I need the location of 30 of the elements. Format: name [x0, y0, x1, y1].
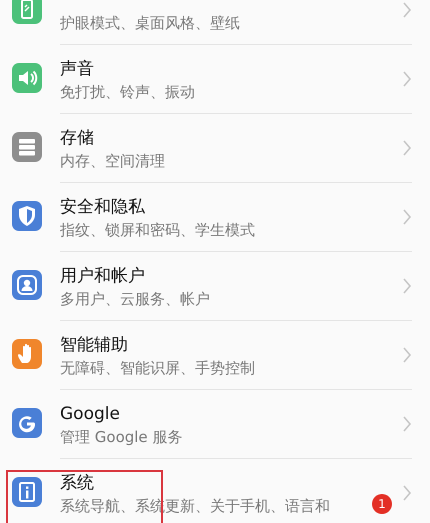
chevron-icon: [402, 415, 412, 433]
settings-item[interactable]: 护眼模式、桌面风格、壁纸: [0, 0, 430, 45]
settings-item[interactable]: 智能辅助 无障碍、智能识屏、手势控制: [0, 321, 430, 390]
item-title: 系统: [60, 472, 95, 495]
chevron-icon: [402, 277, 412, 295]
settings-item[interactable]: 存储 内存、空间清理: [0, 114, 430, 183]
item-subtitle: 指纹、锁屏和密码、学生模式: [60, 220, 256, 241]
chevron-icon: [402, 346, 412, 364]
item-title: 存储: [60, 127, 95, 150]
item-subtitle: 护眼模式、桌面风格、壁纸: [60, 13, 241, 34]
chevron-icon: [402, 139, 412, 157]
settings-item[interactable]: Google 管理 Google 服务: [0, 390, 430, 459]
item-title: 安全和隐私: [60, 196, 146, 219]
item-subtitle: 管理 Google 服务: [60, 427, 184, 448]
chevron-icon: [402, 208, 412, 226]
notification-badge: 1: [372, 494, 392, 514]
item-subtitle: 内存、空间清理: [60, 151, 166, 172]
item-title: 用户和帐户: [60, 265, 146, 288]
item-title: 声音: [60, 58, 95, 81]
item-subtitle: 无障碍、智能识屏、手势控制: [60, 358, 256, 379]
chevron-icon: [402, 484, 412, 502]
item-subtitle: 免打扰、铃声、振动: [60, 82, 196, 103]
settings-item[interactable]: 用户和帐户 多用户、云服务、帐户: [0, 252, 430, 321]
chevron-icon: [402, 70, 412, 88]
settings-item[interactable]: 声音 免打扰、铃声、振动: [0, 45, 430, 114]
item-subtitle: 多用户、云服务、帐户: [60, 289, 211, 310]
item-title: Google: [60, 403, 121, 426]
item-title: 智能辅助: [60, 334, 129, 357]
settings-item[interactable]: 安全和隐私 指纹、锁屏和密码、学生模式: [0, 183, 430, 252]
chevron-icon: [402, 1, 412, 19]
